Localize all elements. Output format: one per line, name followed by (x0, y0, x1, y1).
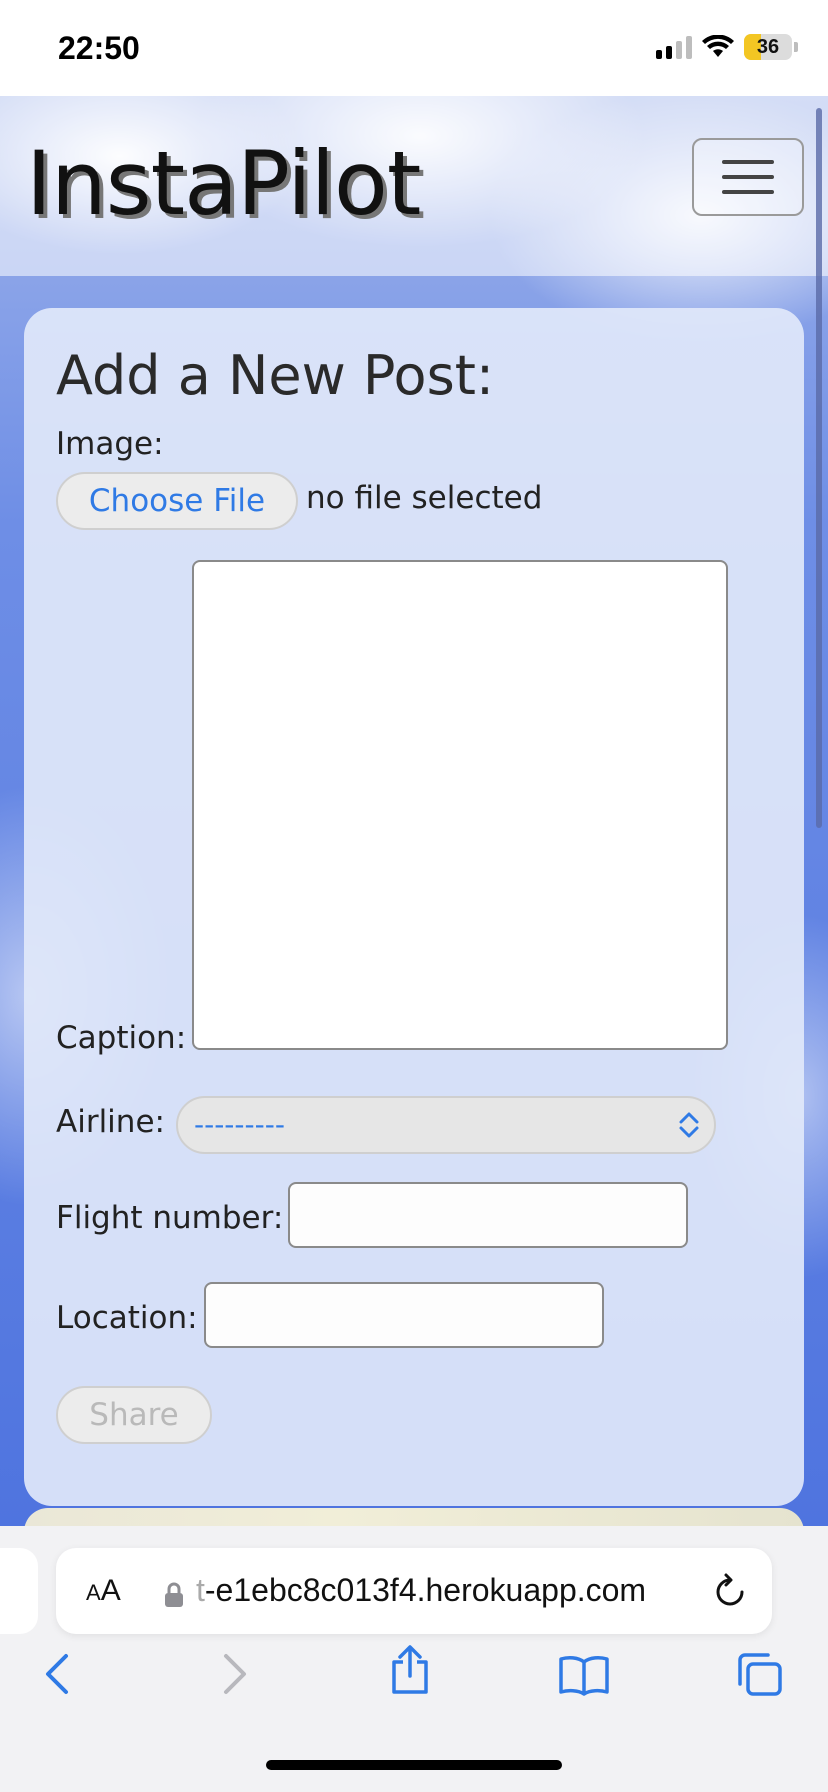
bookmarks-icon[interactable] (558, 1654, 610, 1696)
address-bar[interactable]: AA t-e1ebc8c013f4.herokuapp.com (56, 1548, 772, 1634)
airline-select[interactable]: --------- (176, 1096, 716, 1154)
battery-level: 36 (756, 35, 780, 58)
map-preview (24, 1508, 804, 1526)
form-title: Add a New Post: (56, 344, 495, 407)
wifi-icon (702, 35, 734, 57)
home-indicator[interactable] (266, 1760, 562, 1770)
select-chevron-icon (679, 1112, 699, 1138)
new-post-form: Add a New Post: Image: Choose File no fi… (24, 308, 804, 1506)
lock-icon (165, 1582, 183, 1607)
image-label: Image: (56, 426, 164, 462)
choose-file-button[interactable]: Choose File (56, 472, 298, 530)
browser-toolbar: AA t-e1ebc8c013f4.herokuapp.com (0, 1526, 828, 1792)
page-content[interactable]: InstaPilot Add a New Post: Image: Choose… (0, 96, 828, 1526)
share-button[interactable]: Share (56, 1386, 212, 1444)
navbar: InstaPilot (0, 96, 828, 276)
battery-icon: 36 (744, 34, 798, 60)
airline-label: Airline: (56, 1104, 165, 1140)
status-bar: 22:50 36 (0, 0, 828, 96)
scrollbar[interactable] (816, 108, 822, 828)
caption-label: Caption: (56, 1020, 187, 1056)
forward-icon[interactable] (220, 1652, 250, 1696)
flight-number-input[interactable] (288, 1182, 688, 1248)
caption-textarea[interactable] (192, 560, 728, 1050)
location-input[interactable] (204, 1282, 604, 1348)
signal-icon (656, 35, 692, 59)
file-status: no file selected (306, 480, 543, 516)
hamburger-icon (722, 160, 774, 164)
previous-tab-peek[interactable] (0, 1548, 38, 1634)
text-size-button[interactable]: AA (86, 1574, 121, 1608)
location-label: Location: (56, 1300, 198, 1336)
tabs-icon[interactable] (736, 1652, 784, 1698)
brand-logo[interactable]: InstaPilot (26, 132, 421, 235)
status-icons: 36 (656, 34, 798, 60)
back-icon[interactable] (42, 1652, 72, 1696)
share-icon[interactable] (388, 1644, 432, 1696)
menu-toggle-button[interactable] (692, 138, 804, 216)
airline-selected-value: --------- (194, 1108, 285, 1141)
flight-number-label: Flight number: (56, 1200, 284, 1236)
status-time: 22:50 (58, 30, 140, 66)
reload-icon[interactable] (712, 1572, 748, 1610)
url-text: t-e1ebc8c013f4.herokuapp.com (196, 1572, 647, 1608)
